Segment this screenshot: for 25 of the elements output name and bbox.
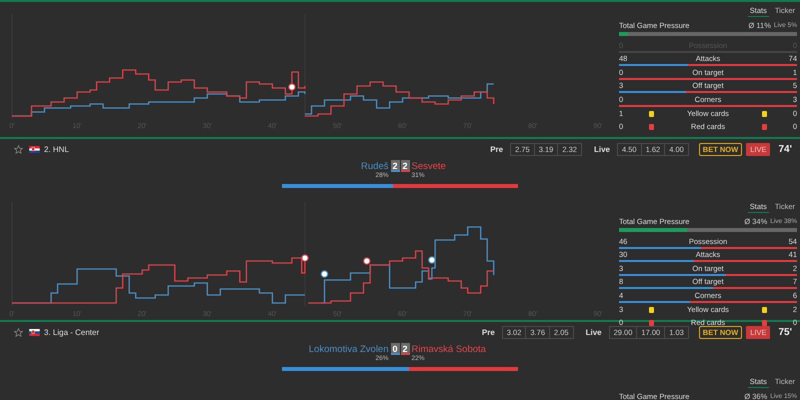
away-score: 2 [400, 343, 410, 355]
live-label: Live [594, 144, 610, 154]
ball-icon [363, 257, 371, 265]
flag-icon [29, 328, 40, 336]
ball-icon [288, 83, 296, 91]
away-team-name: Rimavská Sobota [410, 344, 487, 354]
home-score: 0 [390, 343, 400, 355]
live-label: Live [586, 328, 602, 336]
league-name: 3. Liga - Center [44, 328, 100, 336]
ball-icon [301, 254, 309, 262]
league-name: 2. HNL [44, 144, 69, 154]
away-team-name: Sesvete [410, 160, 447, 172]
home-team-name: Rudeš [360, 160, 390, 172]
star-icon[interactable] [14, 328, 23, 336]
away-score: 2 [400, 160, 410, 172]
home-team-name: Lokomotiva Zvolen [308, 344, 390, 354]
star-icon[interactable] [14, 144, 23, 154]
match-minute: 74' [778, 144, 792, 154]
flag-icon [29, 146, 40, 152]
pre-label: Pre [482, 328, 495, 336]
match-minute: 75' [778, 326, 792, 338]
ball-icon [320, 270, 328, 278]
home-score: 2 [390, 160, 400, 172]
ball-icon [428, 256, 436, 264]
pre-label: Pre [490, 144, 504, 154]
